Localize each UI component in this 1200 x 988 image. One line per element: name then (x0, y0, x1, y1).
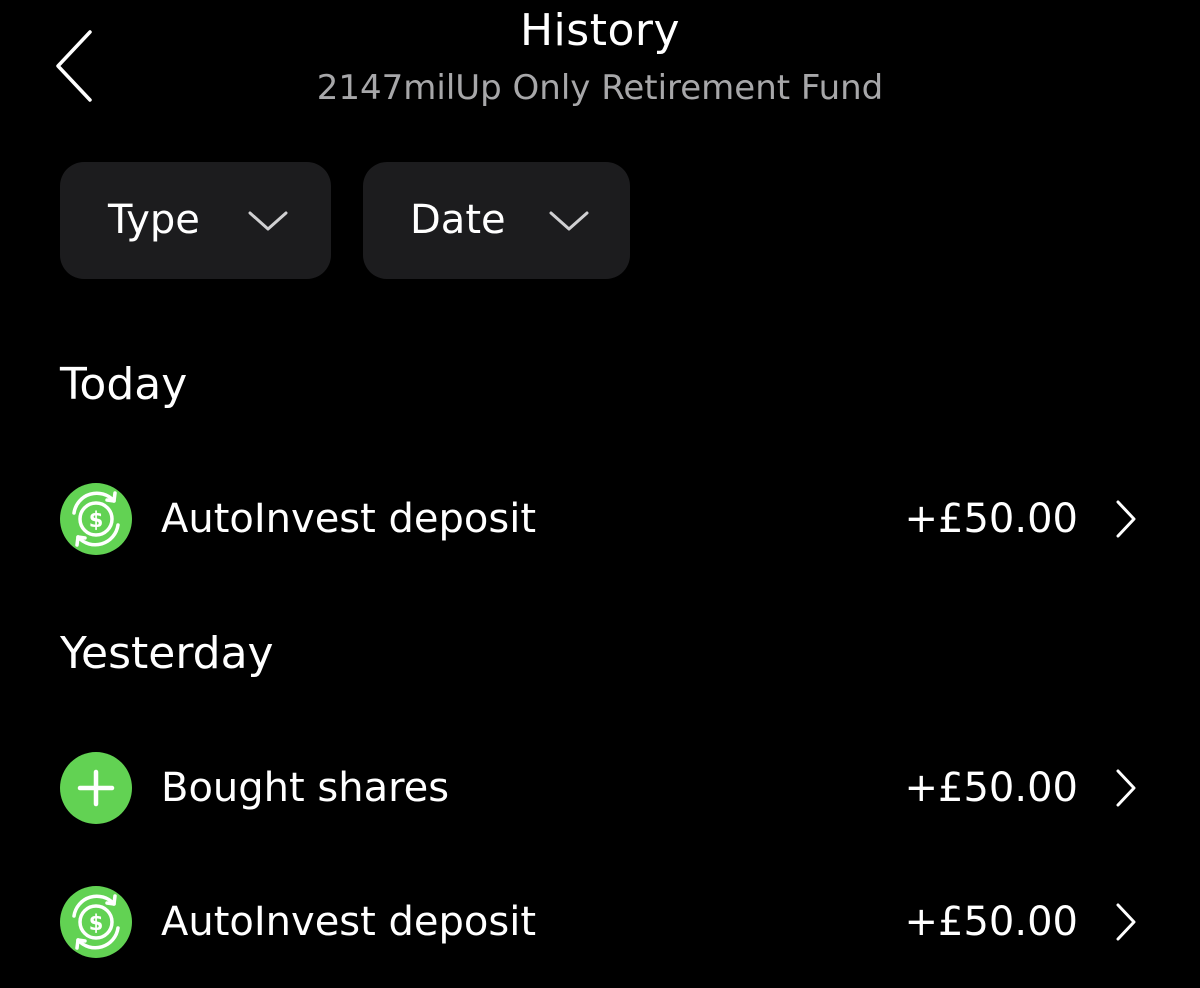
transaction-amount: +£50.00 (904, 496, 1078, 542)
svg-text:$: $ (89, 508, 104, 532)
recurring-dollar-icon: $ (60, 483, 132, 555)
chevron-right-icon (1116, 500, 1136, 538)
transaction-label: AutoInvest deposit (161, 899, 537, 945)
page-title: History (519, 5, 681, 56)
page-subtitle: 2147milUp Only Retirement Fund (316, 68, 884, 108)
transaction-row[interactable]: Bought shares +£50.00 (60, 752, 1140, 824)
type-filter-label: Type (108, 197, 200, 243)
plus-icon (60, 752, 132, 824)
date-filter-button[interactable]: Date (363, 162, 630, 279)
section-heading-yesterday: Yesterday (60, 628, 274, 679)
recurring-dollar-icon: $ (60, 886, 132, 958)
svg-text:$: $ (89, 911, 104, 935)
chevron-down-icon (549, 211, 589, 231)
chevron-right-icon (1116, 769, 1136, 807)
section-heading-today: Today (60, 359, 188, 410)
date-filter-label: Date (410, 197, 506, 243)
transaction-amount: +£50.00 (904, 899, 1078, 945)
chevron-right-icon (1116, 903, 1136, 941)
type-filter-button[interactable]: Type (60, 162, 331, 279)
chevron-down-icon (248, 211, 288, 231)
transaction-label: AutoInvest deposit (161, 496, 537, 542)
transaction-row[interactable]: $ AutoInvest deposit +£50.00 (60, 886, 1140, 958)
transaction-label: Bought shares (161, 765, 450, 811)
transaction-row[interactable]: $ AutoInvest deposit +£50.00 (60, 483, 1140, 555)
transaction-amount: +£50.00 (904, 765, 1078, 811)
